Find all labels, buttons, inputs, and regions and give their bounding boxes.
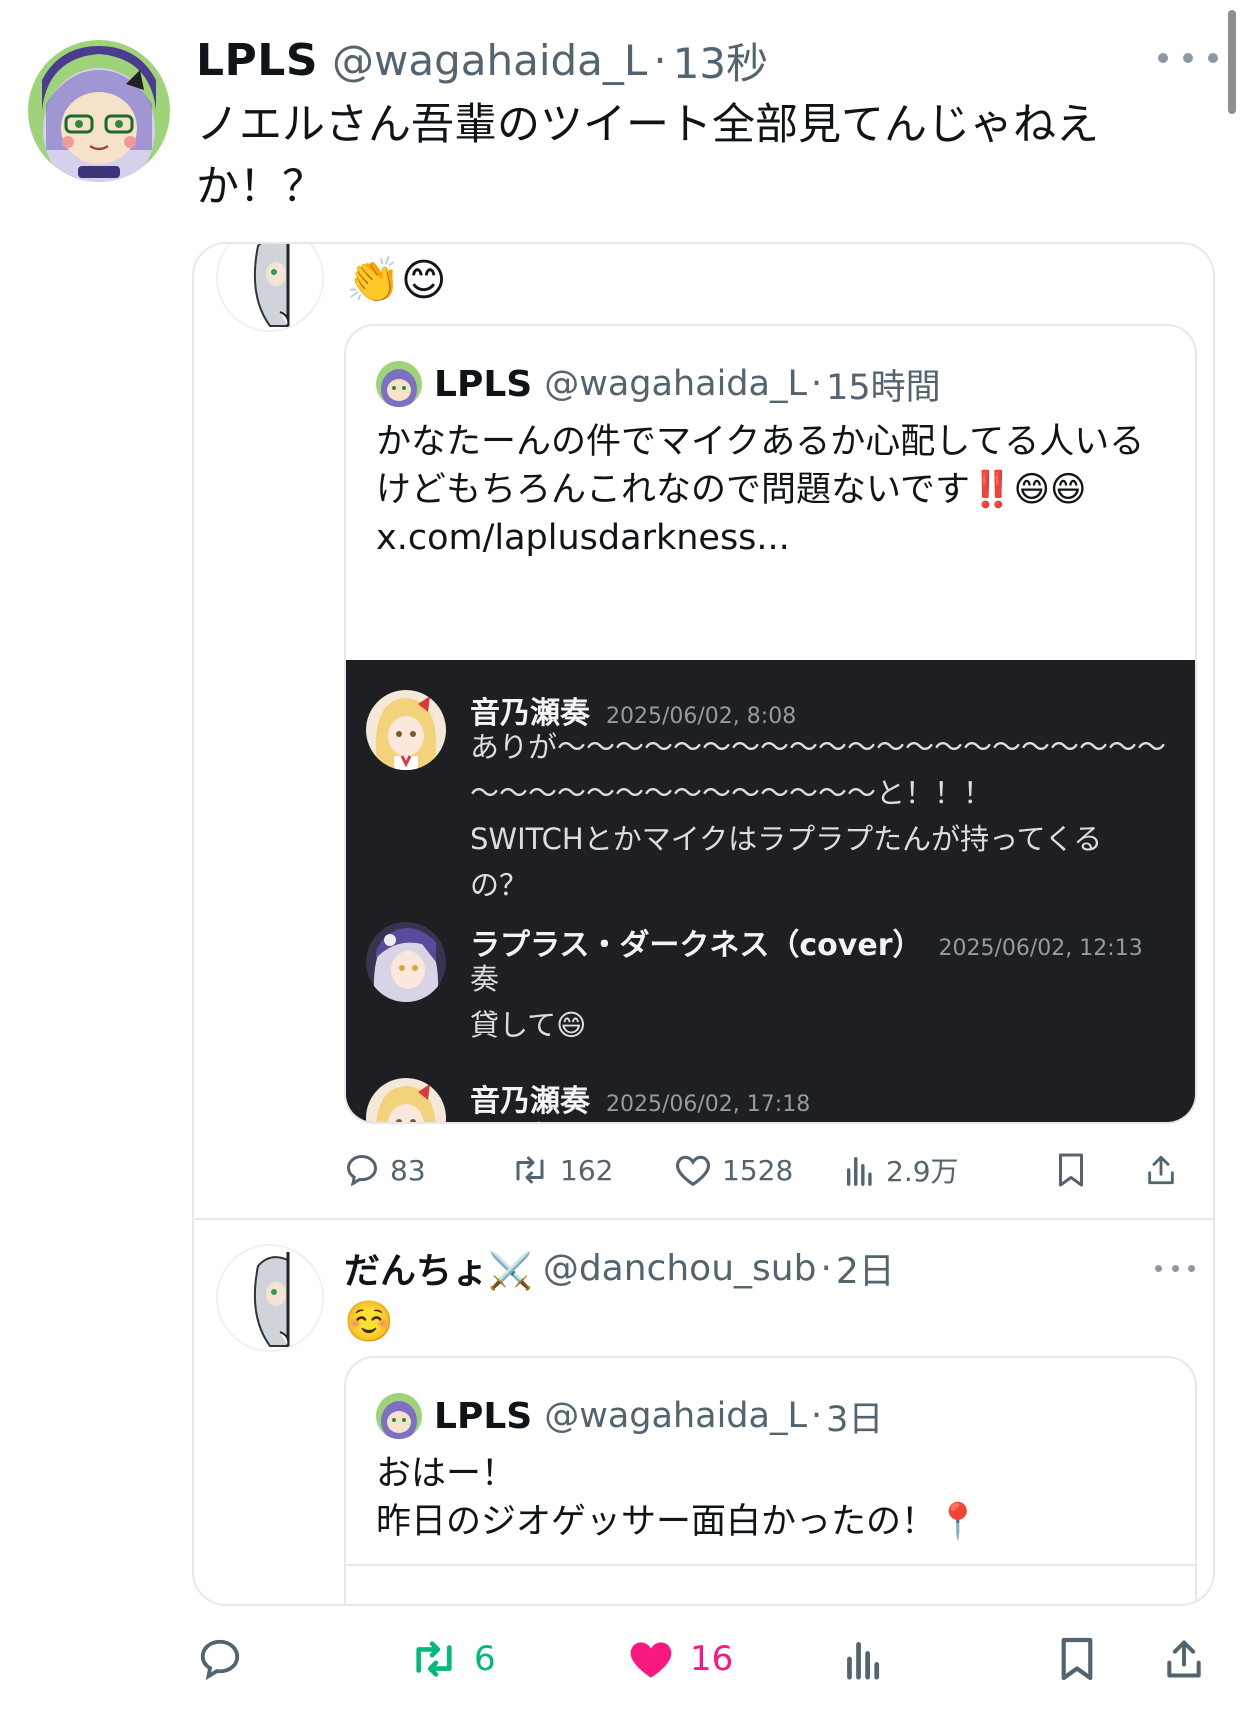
divider (194, 1218, 1213, 1220)
nested-quote-header: LPLS @wagahaida_L · 15時間 (376, 360, 941, 408)
bookmark-button[interactable] (1058, 1624, 1110, 1694)
peeking-character-icon (218, 1246, 322, 1350)
more-options-icon[interactable] (1155, 1258, 1195, 1278)
share-button[interactable] (1144, 1140, 1188, 1200)
main-author-avatar[interactable] (28, 40, 170, 182)
author-name[interactable]: LPLS (196, 35, 318, 86)
reply-tweet-header: だんちょ⚔️ @danchou_sub · 2日 (344, 1240, 895, 1296)
peeking-character-icon (218, 244, 322, 330)
reply-icon (200, 1639, 240, 1681)
nested-tweet-text: かなたーんの件でマイクあるか心配してる人いる けどもちろんこれなので問題ないです… (376, 422, 1145, 558)
views-button[interactable]: 2.9万 (844, 1140, 959, 1200)
discord-avatar (366, 690, 446, 770)
avatar-illustration-small (376, 361, 422, 407)
nested-quote-card[interactable]: LPLS @wagahaida_L · 3日 おはー！ 昨日のジオゲッサー面白か… (344, 1356, 1197, 1604)
like-button[interactable]: 16 (626, 1624, 733, 1694)
reply-author-handle[interactable]: @danchou_sub (543, 1248, 817, 1289)
author-handle[interactable]: @wagahaida_L (332, 36, 647, 85)
quoted-author-avatar[interactable] (216, 244, 324, 332)
nested-author-avatar (376, 1393, 422, 1439)
retweet-button[interactable]: 6 (408, 1624, 496, 1694)
like-count: 16 (690, 1639, 734, 1679)
discord-message-text: ありが〜〜〜〜〜〜〜〜〜〜〜〜〜〜〜〜〜〜〜〜〜 〜〜〜〜〜〜〜〜〜〜〜〜〜〜と… (470, 730, 1167, 902)
separator-dot: · (810, 364, 823, 404)
avatar-illustration-small (376, 1393, 422, 1439)
reply-count: 83 (390, 1153, 426, 1187)
like-button[interactable]: 1528 (674, 1140, 793, 1200)
nested-author-handle: @wagahaida_L (544, 364, 807, 404)
nested-quote-header: LPLS @wagahaida_L · 3日 (376, 1392, 883, 1440)
heart-icon (675, 1155, 711, 1187)
nested-tweet-time: 3日 (826, 1399, 884, 1440)
retweet-count: 6 (474, 1639, 496, 1679)
nested-quote-card[interactable]: LPLS @wagahaida_L · 15時間 かなたーんの件でマイクあるか心… (344, 324, 1197, 1124)
bookmark-icon (1059, 1153, 1083, 1187)
heart-filled-icon (630, 1642, 672, 1678)
more-options-icon[interactable] (1158, 40, 1218, 76)
reply-button[interactable] (196, 1624, 258, 1694)
views-button[interactable] (844, 1624, 898, 1694)
main-tweet-header: LPLS @wagahaida_L · 13秒 (196, 30, 768, 90)
reply-icon (346, 1154, 378, 1187)
discord-avatar (366, 1078, 446, 1122)
nested-tweet-text: おはー！ 昨日のジオゲッサー面白かったの！📍 (376, 1454, 980, 1542)
scrollbar[interactable] (1228, 10, 1236, 114)
divider (346, 1564, 1195, 1566)
quoted-tweet-actions: 83 162 1528 2.9万 (344, 1140, 1197, 1200)
separator-dot: · (820, 1247, 832, 1289)
quoted-tweet-card[interactable]: 👏😊 LPLS @wagahaida_L · 15時間 かなたーんの件でマイクあ… (192, 242, 1215, 1606)
reply-tweet-text: ☺️ (344, 1299, 394, 1345)
share-button[interactable] (1162, 1624, 1220, 1694)
views-icon (847, 1642, 880, 1680)
nested-author-handle: @wagahaida_L (544, 1396, 807, 1436)
share-icon (1167, 1640, 1201, 1678)
separator-dot: · (653, 35, 667, 85)
views-icon (846, 1156, 872, 1186)
view-count: 2.9万 (886, 1155, 959, 1188)
reply-author-name[interactable]: だんちょ⚔️ (344, 1242, 533, 1294)
discord-message-text: 奏 貸して😄 (470, 962, 587, 1042)
retweet-count: 162 (560, 1153, 614, 1187)
tweet-time[interactable]: 13秒 (673, 30, 768, 91)
reply-button[interactable]: 83 (344, 1140, 426, 1200)
retweet-icon (416, 1641, 452, 1677)
quoted-tweet-emoji-text: 👏😊 (346, 255, 447, 306)
like-count: 1528 (722, 1153, 794, 1187)
bookmark-button[interactable] (1056, 1140, 1096, 1200)
avatar-illustration (28, 40, 170, 182)
nested-author-name: LPLS (434, 1395, 533, 1437)
retweet-icon (516, 1156, 544, 1184)
share-icon (1148, 1155, 1174, 1185)
nested-tweet-time: 15時間 (826, 367, 941, 408)
retweet-button[interactable]: 162 (510, 1140, 613, 1200)
discord-screenshot-image[interactable]: 音乃瀬奏 2025/06/02, 8:08 ありが〜〜〜〜〜〜〜〜〜〜〜〜〜〜〜〜… (346, 660, 1195, 1122)
tweet-action-bar: 6 16 (0, 1624, 1242, 1694)
separator-dot: · (810, 1396, 823, 1436)
nested-author-avatar (376, 361, 422, 407)
bookmark-icon (1061, 1637, 1093, 1681)
reply-tweet-time[interactable]: 2日 (836, 1242, 895, 1294)
main-tweet-text: ノエルさん吾輩のツイート全部見てんじゃねえ か！？ (196, 100, 1099, 212)
nested-author-name: LPLS (434, 363, 533, 405)
reply-author-avatar[interactable] (216, 1244, 324, 1352)
discord-message-text: いーおー^_^ (470, 1112, 1170, 1122)
discord-avatar (366, 922, 446, 1002)
